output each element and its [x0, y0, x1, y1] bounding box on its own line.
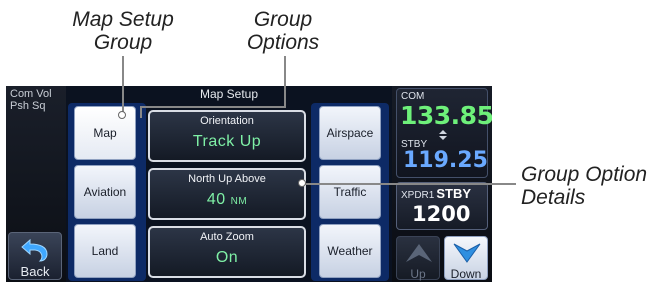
up-button-label: Up [410, 267, 426, 281]
tab-land-label: Land [91, 244, 119, 258]
back-button[interactable]: Back [8, 232, 62, 280]
up-arrow-icon [406, 244, 432, 262]
com-frequency-box[interactable]: COM 133.85 STBY 119.25 [396, 88, 492, 178]
com-volume-knob-label: Com Vol Psh Sq [10, 88, 52, 112]
callout-map-setup-group-line2: Group [93, 31, 153, 54]
back-arrow-icon [21, 238, 48, 262]
leader-dot-group-option-details [298, 179, 306, 187]
leader-line-group-options-left [140, 106, 142, 118]
callout-group-option-details-line2: Details [521, 186, 586, 209]
leader-dot-map-setup-group [118, 111, 126, 119]
tab-airspace[interactable]: Airspace [319, 106, 381, 160]
callout-group-options: Group Options [228, 8, 338, 54]
north-up-above-value-text: 40 [206, 191, 226, 208]
leader-line-group-options-horizontal [140, 106, 286, 108]
auto-zoom-value: On [150, 249, 304, 267]
left-side-panel: Com Vol Psh Sq Back [6, 86, 66, 282]
leader-line-group-options-vertical [284, 56, 286, 108]
down-button-label: Down [450, 267, 482, 281]
leader-line-group-option-details [302, 183, 516, 185]
tab-land[interactable]: Land [74, 224, 136, 278]
north-up-above-title: North Up Above [188, 173, 266, 185]
com-standby-frequency: 119.25 [403, 148, 488, 173]
orientation-value-text: Track Up [192, 133, 262, 150]
auto-zoom-value-text: On [215, 249, 239, 266]
tab-aviation[interactable]: Aviation [74, 165, 136, 219]
north-up-above-unit: NM [230, 196, 248, 207]
down-button[interactable]: Down [444, 236, 488, 281]
xpdr-label: XPDR1 [401, 190, 435, 201]
tab-traffic-label: Traffic [333, 185, 367, 199]
up-button[interactable]: Up [396, 236, 440, 281]
north-up-above-button[interactable]: North Up Above 40 NM [148, 168, 306, 220]
tab-traffic[interactable]: Traffic [319, 165, 381, 219]
tab-map[interactable]: Map [74, 106, 136, 160]
callout-group-option-details: Group Option Details [521, 163, 657, 209]
down-arrow-icon [453, 243, 481, 263]
tab-airspace-label: Airspace [326, 126, 374, 140]
tab-weather[interactable]: Weather [319, 224, 381, 278]
tab-aviation-label: Aviation [83, 185, 127, 199]
orientation-title: Orientation [200, 115, 254, 127]
page-title: Map Setup [199, 87, 259, 101]
xpdr-mode: STBY [436, 186, 472, 201]
com-active-frequency: 133.85 [400, 101, 492, 130]
callout-group-option-details-line1: Group Option [521, 163, 648, 186]
transponder-label: XPDR1 STBY [401, 186, 471, 201]
orientation-value: Track Up [150, 133, 304, 151]
north-up-above-value: 40 NM [150, 191, 304, 209]
callout-group-options-line2: Options [246, 31, 320, 54]
push-squelch-label: Psh Sq [10, 100, 46, 112]
orientation-button[interactable]: Orientation Track Up [148, 110, 306, 162]
callout-map-setup-group-line1: Map Setup [72, 8, 174, 31]
callout-group-options-line1: Group [253, 8, 313, 31]
transponder-box[interactable]: XPDR1 STBY 1200 [396, 182, 488, 230]
callout-map-setup-group: Map Setup Group [58, 8, 188, 54]
com-volume-label: Com Vol [10, 88, 52, 100]
back-button-label: Back [20, 264, 50, 279]
tab-map-label: Map [93, 126, 117, 140]
auto-zoom-title: Auto Zoom [200, 231, 254, 243]
transponder-code: 1200 [412, 202, 471, 226]
tab-weather-label: Weather [327, 244, 373, 258]
auto-zoom-button[interactable]: Auto Zoom On [148, 226, 306, 278]
leader-line-map-setup-group [122, 56, 124, 116]
swap-arrows-icon [439, 130, 447, 140]
